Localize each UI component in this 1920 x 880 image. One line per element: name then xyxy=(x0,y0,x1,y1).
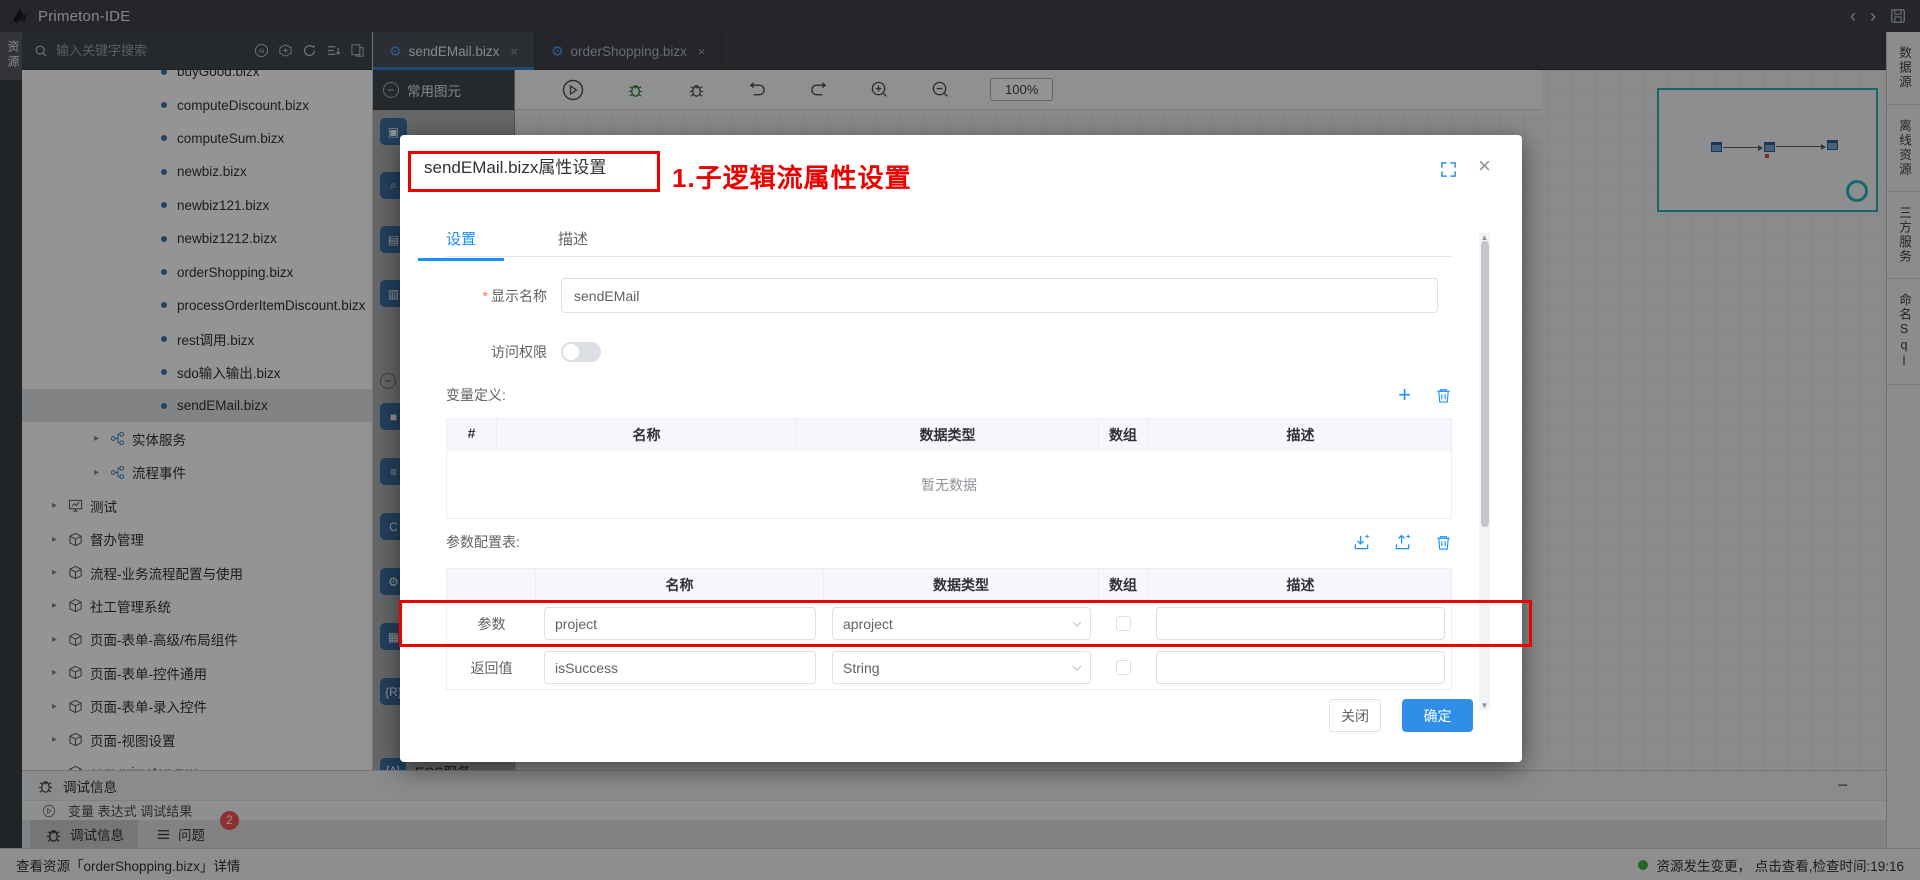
column-header: 名称 xyxy=(536,569,824,601)
column-header: # xyxy=(447,419,497,451)
variables-table: #名称数据类型数组描述 暂无数据 xyxy=(446,418,1452,519)
annotation-step1-text: 1.子逻辑流属性设置 xyxy=(672,158,912,195)
param-row-返回值: 返回值 String xyxy=(447,645,1451,689)
fullscreen-icon[interactable] xyxy=(1440,161,1457,178)
close-icon[interactable]: × xyxy=(1478,153,1491,179)
delete-param-icon[interactable] xyxy=(1435,534,1452,551)
params-section-row: 参数配置表: xyxy=(446,532,1452,552)
export-params-icon[interactable] xyxy=(1394,534,1411,551)
column-header: 描述 xyxy=(1148,569,1453,601)
variables-section-row: 变量定义: + xyxy=(446,384,1452,406)
column-header: 描述 xyxy=(1148,419,1453,451)
selected-datatype-value: String xyxy=(843,660,880,676)
array-checkbox[interactable] xyxy=(1116,660,1131,675)
import-params-icon[interactable] xyxy=(1353,534,1370,551)
column-header: 数组 xyxy=(1099,419,1148,451)
access-row: 访问权限 xyxy=(446,342,1452,362)
column-header: 数据类型 xyxy=(824,569,1099,601)
scroll-down-icon[interactable]: ▼ xyxy=(1479,701,1490,710)
scrollbar-thumb[interactable] xyxy=(1481,241,1489,527)
annotation-box-title xyxy=(408,151,660,192)
param-name-cell xyxy=(536,651,824,684)
add-variable-icon[interactable]: + xyxy=(1398,384,1411,406)
display-name-input[interactable] xyxy=(561,278,1438,313)
param-name-input[interactable] xyxy=(544,651,816,684)
param-type-label: 返回值 xyxy=(447,658,536,678)
column-header xyxy=(447,569,536,601)
param-array-cell xyxy=(1099,660,1148,675)
close-button[interactable]: 关闭 xyxy=(1329,699,1381,732)
column-header: 名称 xyxy=(497,419,797,451)
param-datatype-cell: String xyxy=(824,651,1099,684)
display-name-label: *显示名称 xyxy=(446,286,561,306)
params-section-label: 参数配置表: xyxy=(446,532,520,552)
chevron-down-icon xyxy=(1072,665,1082,671)
column-header: 数据类型 xyxy=(797,419,1099,451)
required-mark: * xyxy=(483,288,488,304)
param-description-input[interactable] xyxy=(1156,651,1445,684)
toggle-knob xyxy=(563,344,579,360)
empty-data-text: 暂无数据 xyxy=(447,451,1451,518)
param-description-cell xyxy=(1148,651,1453,684)
screen: Primeton-IDE ‹ › 资源 AI buyGood.bizxcompu… xyxy=(0,0,1920,880)
annotation-box-param-row xyxy=(399,600,1532,647)
access-label: 访问权限 xyxy=(446,342,561,362)
tabs-divider xyxy=(446,256,1452,257)
param-datatype-select[interactable]: String xyxy=(832,651,1091,684)
access-toggle[interactable] xyxy=(561,342,601,362)
display-name-row: *显示名称 xyxy=(446,278,1452,313)
properties-dialog: sendEMail.bizx属性设置 × 设置描述 *显示名称 访问权限 变量定… xyxy=(400,135,1522,762)
column-header: 数组 xyxy=(1099,569,1148,601)
variables-section-label: 变量定义: xyxy=(446,385,506,405)
delete-variable-icon[interactable] xyxy=(1435,387,1452,404)
confirm-button[interactable]: 确定 xyxy=(1402,699,1473,732)
